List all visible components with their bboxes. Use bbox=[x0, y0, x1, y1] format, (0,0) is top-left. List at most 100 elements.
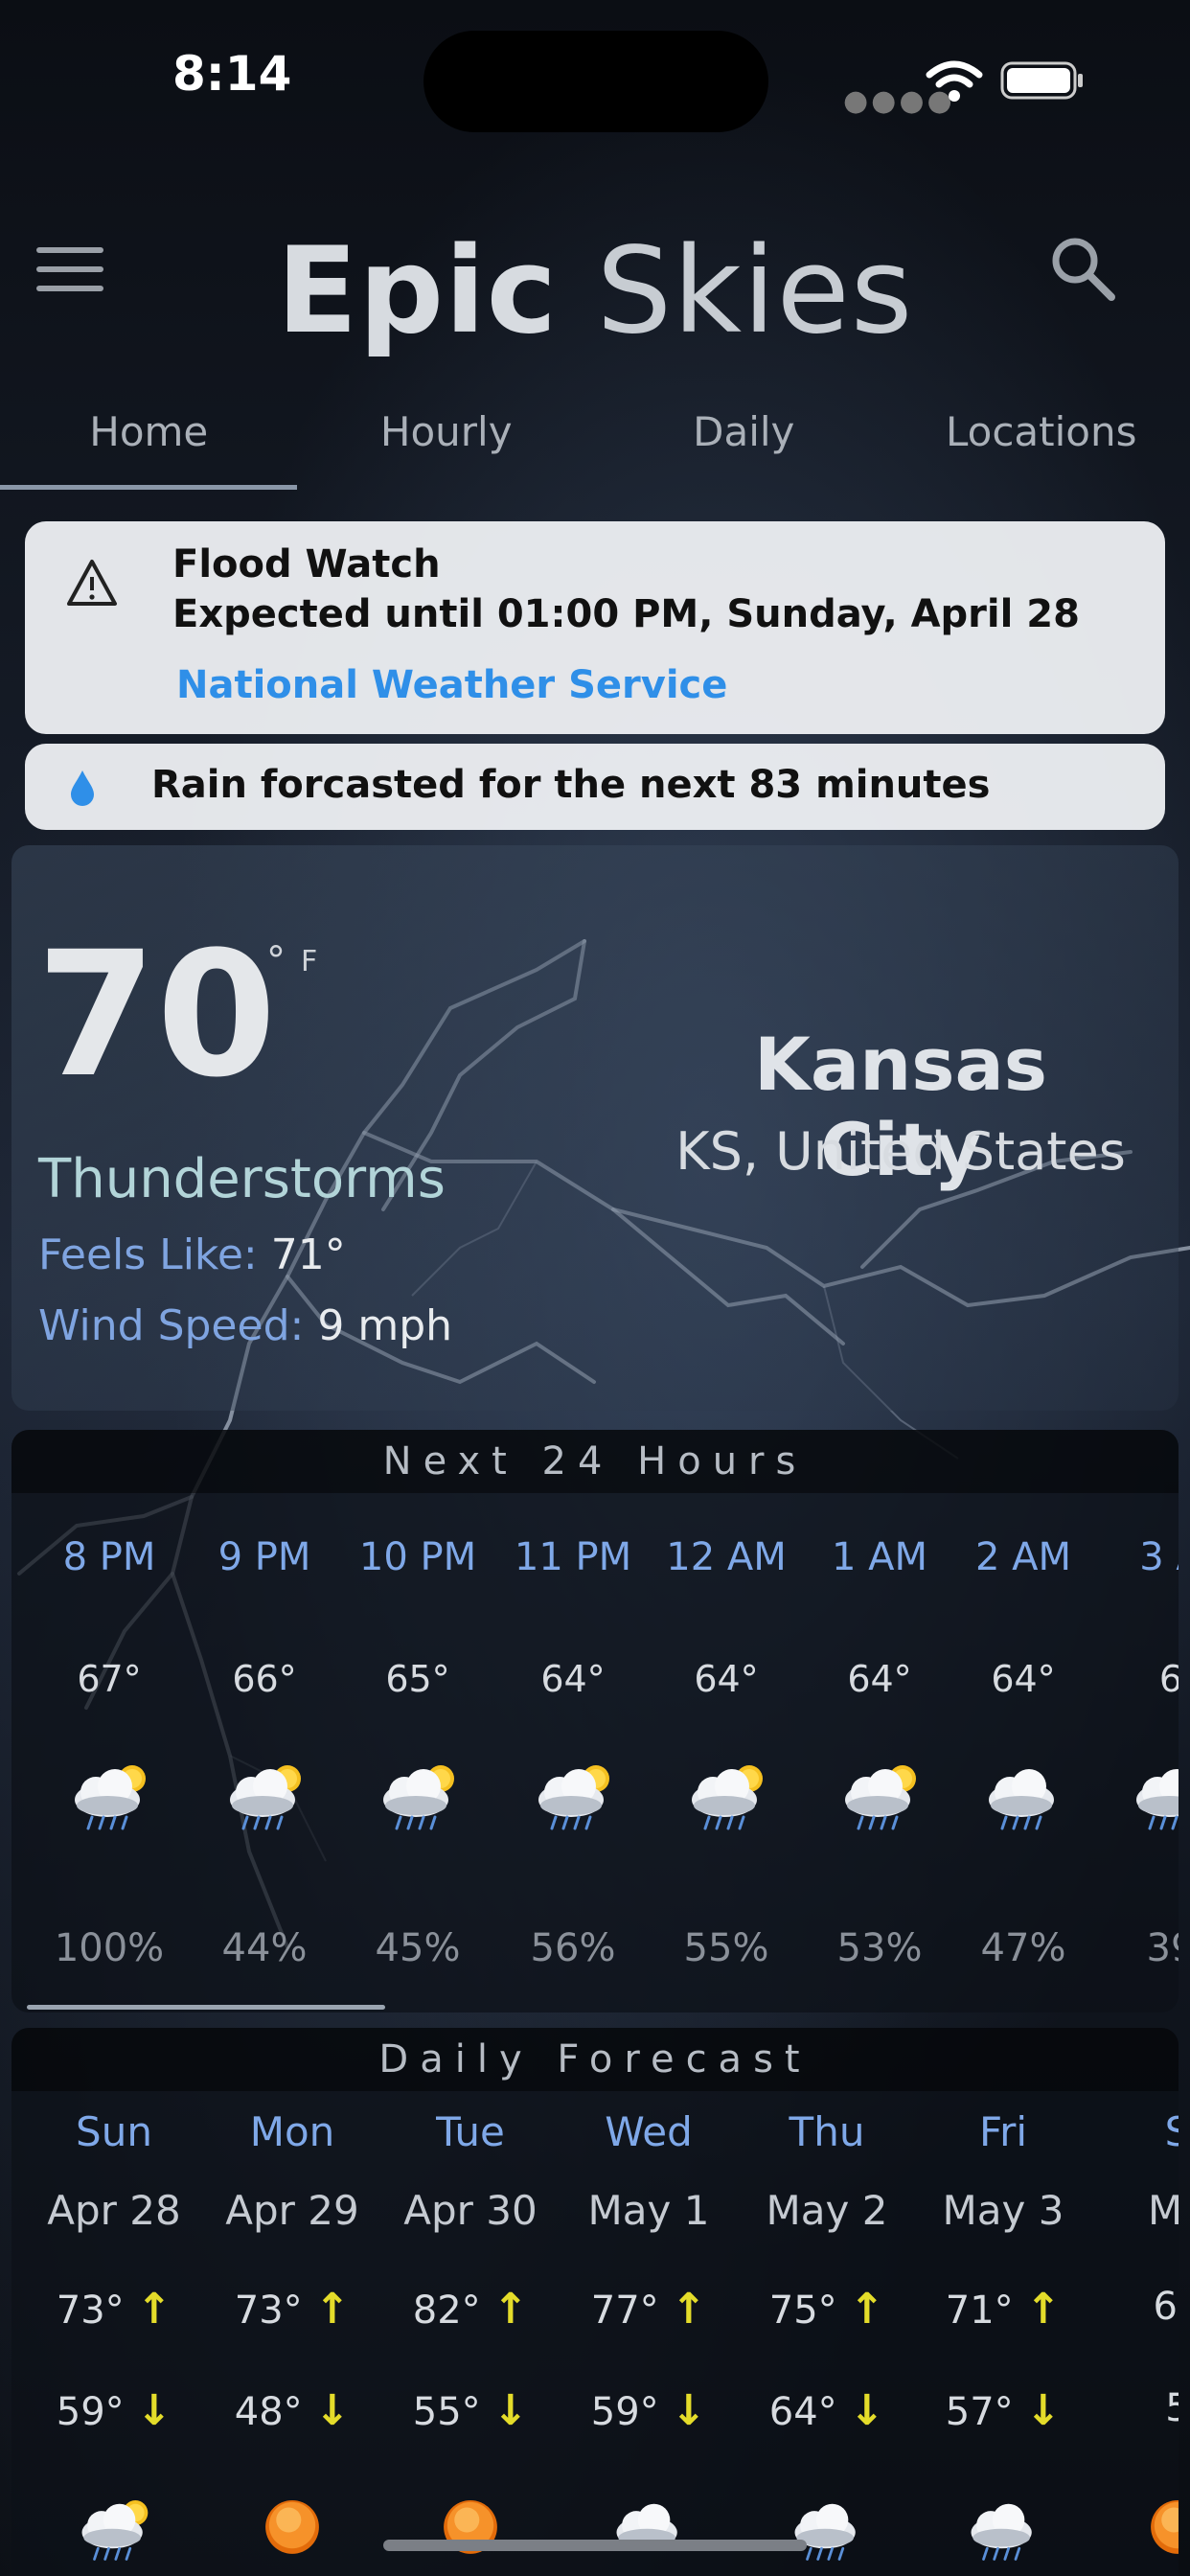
alert-title: Flood Watch bbox=[172, 542, 441, 586]
daily-forecast-panel[interactable]: Daily Forecast Sun Apr 28 73° ↑ 59° ↓ Mo… bbox=[11, 2028, 1179, 2576]
hourly-scrollbar[interactable] bbox=[27, 2005, 385, 2010]
day-high: 73° ↑ bbox=[25, 2285, 203, 2334]
flood-alert-card[interactable]: Flood Watch Expected until 01:00 PM, Sun… bbox=[25, 521, 1165, 734]
thunderstorm-sun-icon bbox=[81, 2500, 149, 2561]
feels-like-value: 71° bbox=[270, 1230, 346, 1279]
day-name: Sun bbox=[76, 2108, 152, 2155]
day-date: Ma bbox=[1148, 2187, 1179, 2234]
day-name: Thu bbox=[789, 2108, 865, 2155]
rain-cloud-icon bbox=[989, 1769, 1054, 1830]
app-title: Epic Skies bbox=[0, 222, 1190, 360]
day-high: 71° ↑ bbox=[914, 2285, 1092, 2334]
rain-cloud-icon bbox=[1136, 1769, 1179, 1830]
temperature-unit: F bbox=[301, 945, 318, 978]
app-title-bold: Epic bbox=[276, 222, 559, 360]
day-high-value: 73° bbox=[56, 2288, 125, 2333]
daily-panel-title: Daily Forecast bbox=[11, 2028, 1179, 2091]
day-date: Apr 29 bbox=[225, 2187, 359, 2234]
hour-precip: 55% bbox=[683, 1926, 769, 1970]
arrow-down-icon: ↓ bbox=[849, 2386, 885, 2435]
cloud-icon bbox=[616, 2503, 677, 2549]
day-low: 48° ↓ bbox=[203, 2386, 381, 2435]
hourly-scroll-list[interactable]: 8 PM 67° 100% 9 PM 66° 44% 10 PM 65° 45%… bbox=[11, 1493, 1179, 1991]
hour-precip: 45% bbox=[375, 1926, 461, 1970]
search-icon[interactable] bbox=[1048, 234, 1117, 303]
hourly-forecast-panel[interactable]: Next 24 Hours 8 PM 67° 100% 9 PM 66° 44%… bbox=[11, 1430, 1179, 2012]
hour-precip: 56% bbox=[530, 1926, 616, 1970]
day-high: 68 bbox=[1088, 2285, 1179, 2329]
tab-locations[interactable]: Locations bbox=[893, 402, 1190, 489]
sun-icon bbox=[1151, 2500, 1179, 2554]
day-date: May 2 bbox=[766, 2187, 888, 2234]
day-low-value: 5 bbox=[1165, 2386, 1179, 2430]
raindrop-icon bbox=[71, 770, 94, 806]
wind-speed-unit: mph bbox=[357, 1301, 453, 1350]
day-high-value: 73° bbox=[234, 2288, 303, 2333]
day-low: 59° ↓ bbox=[560, 2386, 738, 2435]
thunderstorm-sun-icon bbox=[845, 1765, 916, 1830]
arrow-up-icon: ↑ bbox=[1025, 2285, 1062, 2334]
hour-precip: 47% bbox=[980, 1926, 1066, 1970]
rain-notice-card[interactable]: Rain forcasted for the next 83 minutes bbox=[25, 744, 1165, 830]
day-name: Tue bbox=[436, 2108, 505, 2155]
arrow-down-icon: ↓ bbox=[314, 2386, 351, 2435]
day-date: Apr 28 bbox=[47, 2187, 181, 2234]
day-low: 59° ↓ bbox=[25, 2386, 203, 2435]
day-high-value: 82° bbox=[412, 2288, 481, 2333]
day-low: 64° ↓ bbox=[738, 2386, 916, 2435]
active-tab-indicator bbox=[0, 485, 297, 490]
hour-temp: 64° bbox=[540, 1658, 606, 1700]
wifi-icon bbox=[926, 60, 983, 102]
location-region: KS, United States bbox=[675, 1121, 1126, 1182]
arrow-down-icon: ↓ bbox=[492, 2386, 529, 2435]
thunderstorm-sun-icon bbox=[383, 1765, 454, 1830]
hour-time: 9 PM bbox=[217, 1535, 311, 1579]
day-high: 73° ↑ bbox=[203, 2285, 381, 2334]
tab-hourly[interactable]: Hourly bbox=[298, 402, 596, 489]
alert-detail: Expected until 01:00 PM, Sunday, April 2… bbox=[172, 592, 1080, 636]
day-low: 55° ↓ bbox=[381, 2386, 560, 2435]
day-high: 82° ↑ bbox=[381, 2285, 560, 2334]
tab-home[interactable]: Home bbox=[0, 402, 298, 489]
day-low-value: 59° bbox=[56, 2390, 125, 2434]
alert-source-link[interactable]: National Weather Service bbox=[176, 663, 727, 707]
arrow-down-icon: ↓ bbox=[671, 2386, 707, 2435]
battery-icon bbox=[1000, 61, 1083, 100]
app-title-light: Skies bbox=[596, 222, 914, 360]
sun-icon bbox=[265, 2500, 319, 2554]
tab-bar: Home Hourly Daily Locations bbox=[0, 402, 1190, 489]
day-high-value: 77° bbox=[590, 2288, 659, 2333]
home-indicator[interactable] bbox=[383, 2540, 807, 2551]
day-name: S bbox=[1164, 2108, 1179, 2155]
hour-temp: 64° bbox=[847, 1658, 912, 1700]
thunderstorm-sun-icon bbox=[75, 1765, 146, 1830]
day-low-value: 59° bbox=[590, 2390, 659, 2434]
day-low: 5 bbox=[1088, 2386, 1179, 2430]
arrow-up-icon: ↑ bbox=[849, 2285, 885, 2334]
tab-daily[interactable]: Daily bbox=[595, 402, 893, 489]
warning-icon bbox=[67, 560, 117, 606]
day-name: Fri bbox=[978, 2108, 1028, 2155]
hour-precip: 39 bbox=[1146, 1926, 1179, 1970]
rain-cloud-icon bbox=[971, 2503, 1032, 2561]
hour-time: 8 PM bbox=[62, 1535, 156, 1579]
arrow-down-icon: ↓ bbox=[136, 2386, 172, 2435]
hour-temp: 67° bbox=[77, 1658, 142, 1700]
hour-time: 11 PM bbox=[514, 1535, 632, 1579]
day-date: Apr 30 bbox=[403, 2187, 538, 2234]
feels-like: Feels Like: 71° bbox=[38, 1230, 346, 1279]
arrow-up-icon: ↑ bbox=[492, 2285, 529, 2334]
wind-speed-label: Wind Speed: bbox=[38, 1301, 305, 1350]
day-high-value: 71° bbox=[945, 2288, 1014, 2333]
day-high-value: 75° bbox=[768, 2288, 837, 2333]
condition-text: Thunderstorms bbox=[38, 1148, 446, 1210]
day-name: Mon bbox=[249, 2108, 335, 2155]
hour-precip: 100% bbox=[54, 1926, 165, 1970]
day-date: May 1 bbox=[587, 2187, 710, 2234]
degree-symbol: ° bbox=[266, 939, 286, 983]
thunderstorm-sun-icon bbox=[230, 1765, 301, 1830]
arrow-up-icon: ↑ bbox=[314, 2285, 351, 2334]
arrow-up-icon: ↑ bbox=[136, 2285, 172, 2334]
day-low-value: 55° bbox=[412, 2390, 481, 2434]
day-low-value: 48° bbox=[234, 2390, 303, 2434]
